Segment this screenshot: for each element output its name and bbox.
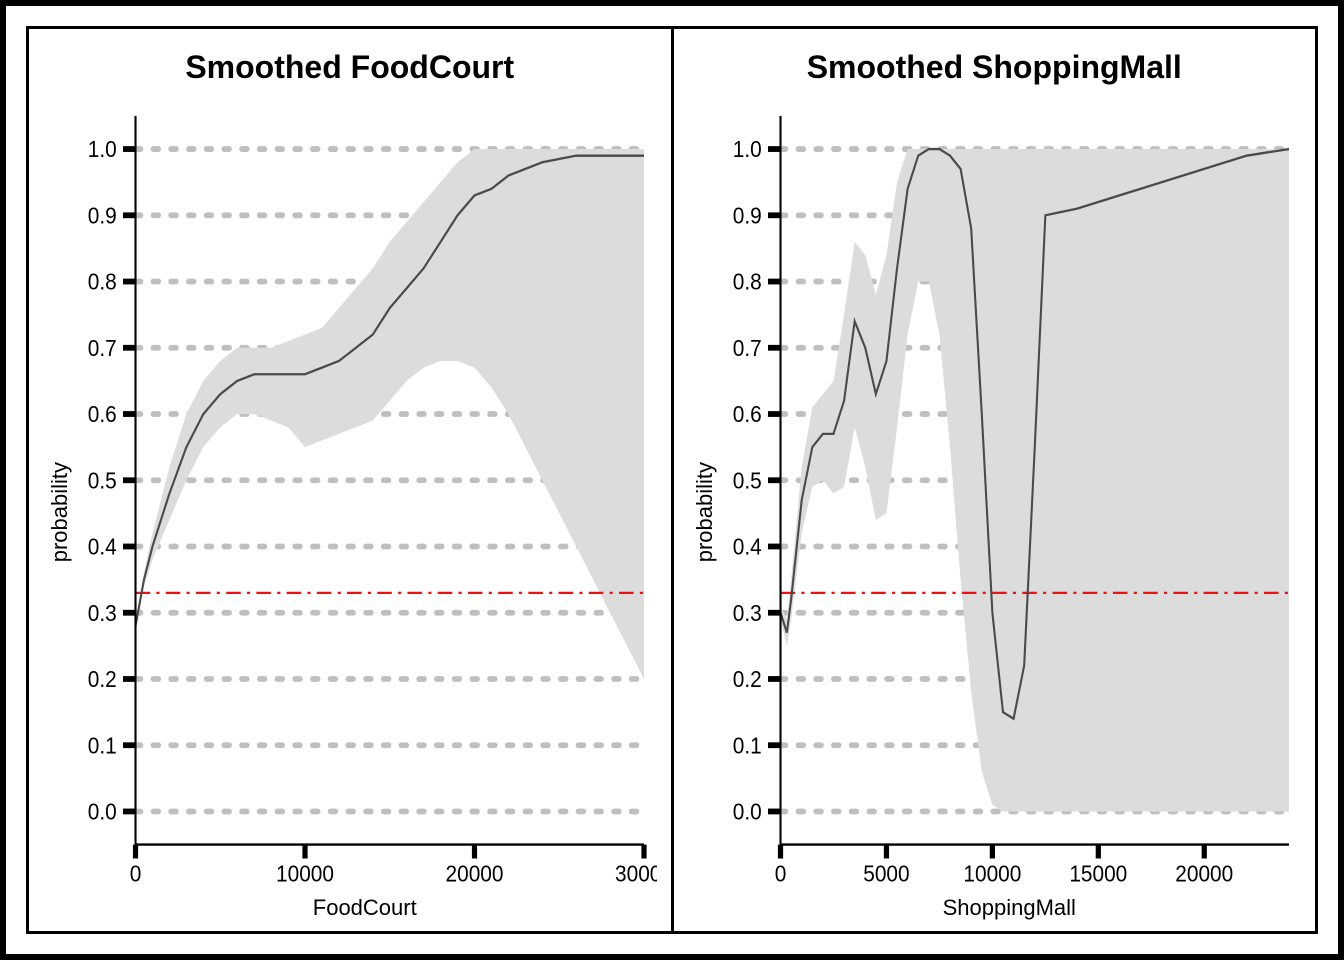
plot-wrap: probability 0.00.10.20.30.40.50.60.70.80… [688,102,1302,923]
svg-text:0.2: 0.2 [732,666,761,692]
svg-text:1.0: 1.0 [88,136,117,162]
plot-wrap: probability 0.00.10.20.30.40.50.60.70.80… [43,102,657,923]
svg-text:0.6: 0.6 [88,401,117,427]
svg-text:0.5: 0.5 [88,467,117,493]
svg-text:20000: 20000 [446,861,504,887]
y-axis-label: probability [688,462,718,562]
panel-title: Smoothed ShoppingMall [688,49,1302,86]
plot-svg-foodcourt: 0.0 0.1 0.2 0.3 0.4 0.5 0.6 0.7 0.8 0.9 1.0 0 10000 2… [73,102,657,891]
svg-text:0.9: 0.9 [732,202,761,228]
svg-text:0.3: 0.3 [732,600,761,626]
svg-text:0.1: 0.1 [732,732,761,758]
svg-text:0.8: 0.8 [732,269,761,295]
svg-text:0: 0 [130,861,142,887]
svg-text:1.0: 1.0 [732,136,761,162]
plot-svg-shoppingmall: 0.0 0.1 0.2 0.3 0.4 0.5 0.6 0.7 0.8 0.9 1.0 0 5000 10… [718,102,1302,891]
svg-text:0.5: 0.5 [732,467,761,493]
svg-text:0: 0 [774,861,786,887]
svg-text:0.0: 0.0 [88,799,117,825]
svg-text:0.3: 0.3 [88,600,117,626]
svg-text:0.7: 0.7 [732,335,761,361]
panel-row: Smoothed FoodCourt probability 0.0 0.1 0.2… [26,26,1318,934]
plot-column: 0.0 0.1 0.2 0.3 0.4 0.5 0.6 0.7 0.8 0.9 1.0 0 5000 10… [718,102,1302,923]
figure-frame: Smoothed FoodCourt probability 0.0 0.1 0.2… [0,0,1344,960]
svg-text:5000: 5000 [863,861,909,887]
svg-text:0.2: 0.2 [88,666,117,692]
y-axis-label: probability [43,462,73,562]
svg-text:10000: 10000 [963,861,1021,887]
svg-text:0.9: 0.9 [88,202,117,228]
svg-text:0.1: 0.1 [88,732,117,758]
svg-text:0.4: 0.4 [88,534,117,560]
panel-shoppingmall: Smoothed ShoppingMall probability 0.0 0.1… [674,26,1319,934]
x-axis-label: ShoppingMall [718,891,1302,923]
panel-title: Smoothed FoodCourt [43,49,657,86]
svg-text:30000: 30000 [615,861,656,887]
svg-text:10000: 10000 [276,861,334,887]
plot-column: 0.0 0.1 0.2 0.3 0.4 0.5 0.6 0.7 0.8 0.9 1.0 0 10000 2… [73,102,657,923]
svg-text:0.8: 0.8 [88,269,117,295]
svg-text:0.7: 0.7 [88,335,117,361]
svg-text:0.4: 0.4 [732,534,761,560]
svg-text:0.6: 0.6 [732,401,761,427]
svg-text:0.0: 0.0 [732,799,761,825]
svg-text:15000: 15000 [1069,861,1127,887]
x-axis-label: FoodCourt [73,891,657,923]
svg-text:20000: 20000 [1175,861,1233,887]
panel-foodcourt: Smoothed FoodCourt probability 0.0 0.1 0.2… [26,26,674,934]
